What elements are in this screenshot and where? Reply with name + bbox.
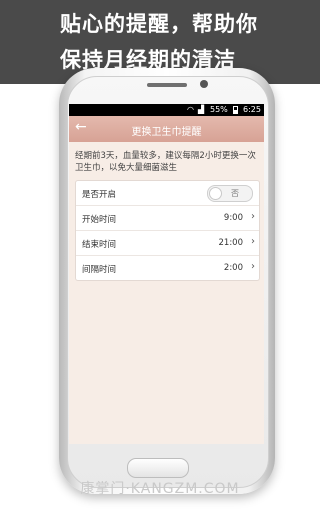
setting-row-enable[interactable]: 是否开启 否 (76, 181, 259, 206)
settings-list: 是否开启 否 开始时间 9:00 › 结束时间 21:00 › 间隔时间 2:0… (75, 180, 260, 281)
battery-percent: 55% (210, 105, 228, 114)
status-time: 6:25 (243, 105, 261, 114)
interval-value: 2:00 (223, 263, 243, 273)
enable-label: 是否开启 (82, 190, 117, 200)
phone-screen: ◠ ▟ 55% 6:25 ← 更换卫生巾提醒 经期前3天，血量较多，建议每隔2小… (69, 104, 264, 444)
chevron-right-icon: › (251, 211, 255, 222)
setting-row-end-time[interactable]: 结束时间 21:00 › (76, 231, 259, 256)
chevron-right-icon: › (251, 261, 255, 272)
enable-toggle[interactable]: 否 (207, 185, 253, 202)
toggle-state-text: 否 (231, 189, 239, 198)
home-button[interactable] (127, 458, 189, 478)
reminder-description: 经期前3天，血量较多，建议每隔2小时更换一次卫生巾，以免大量细菌滋生 (75, 151, 256, 173)
wifi-icon: ◠ (187, 105, 194, 114)
setting-row-interval[interactable]: 间隔时间 2:00 › (76, 256, 259, 280)
signal-icon: ▟ (198, 105, 205, 114)
chevron-right-icon: › (251, 236, 255, 247)
banner-line-1: 贴心的提醒，帮助你 (60, 12, 258, 36)
watermark: 康掌门·KANGZM.COM (80, 481, 240, 497)
title-bar: ← 更换卫生巾提醒 (69, 116, 264, 142)
setting-row-start-time[interactable]: 开始时间 9:00 › (76, 206, 259, 231)
end-time-label: 结束时间 (82, 240, 117, 250)
start-time-value: 9:00 (223, 213, 243, 223)
status-bar: ◠ ▟ 55% 6:25 (69, 104, 264, 116)
start-time-label: 开始时间 (82, 215, 117, 225)
end-time-value: 21:00 (218, 238, 244, 248)
battery-icon (233, 106, 238, 114)
page-title: 更换卫生巾提醒 (131, 127, 202, 138)
phone-camera (200, 80, 208, 88)
interval-label: 间隔时间 (82, 265, 117, 275)
toggle-knob (209, 187, 222, 200)
phone-earpiece (147, 83, 187, 87)
